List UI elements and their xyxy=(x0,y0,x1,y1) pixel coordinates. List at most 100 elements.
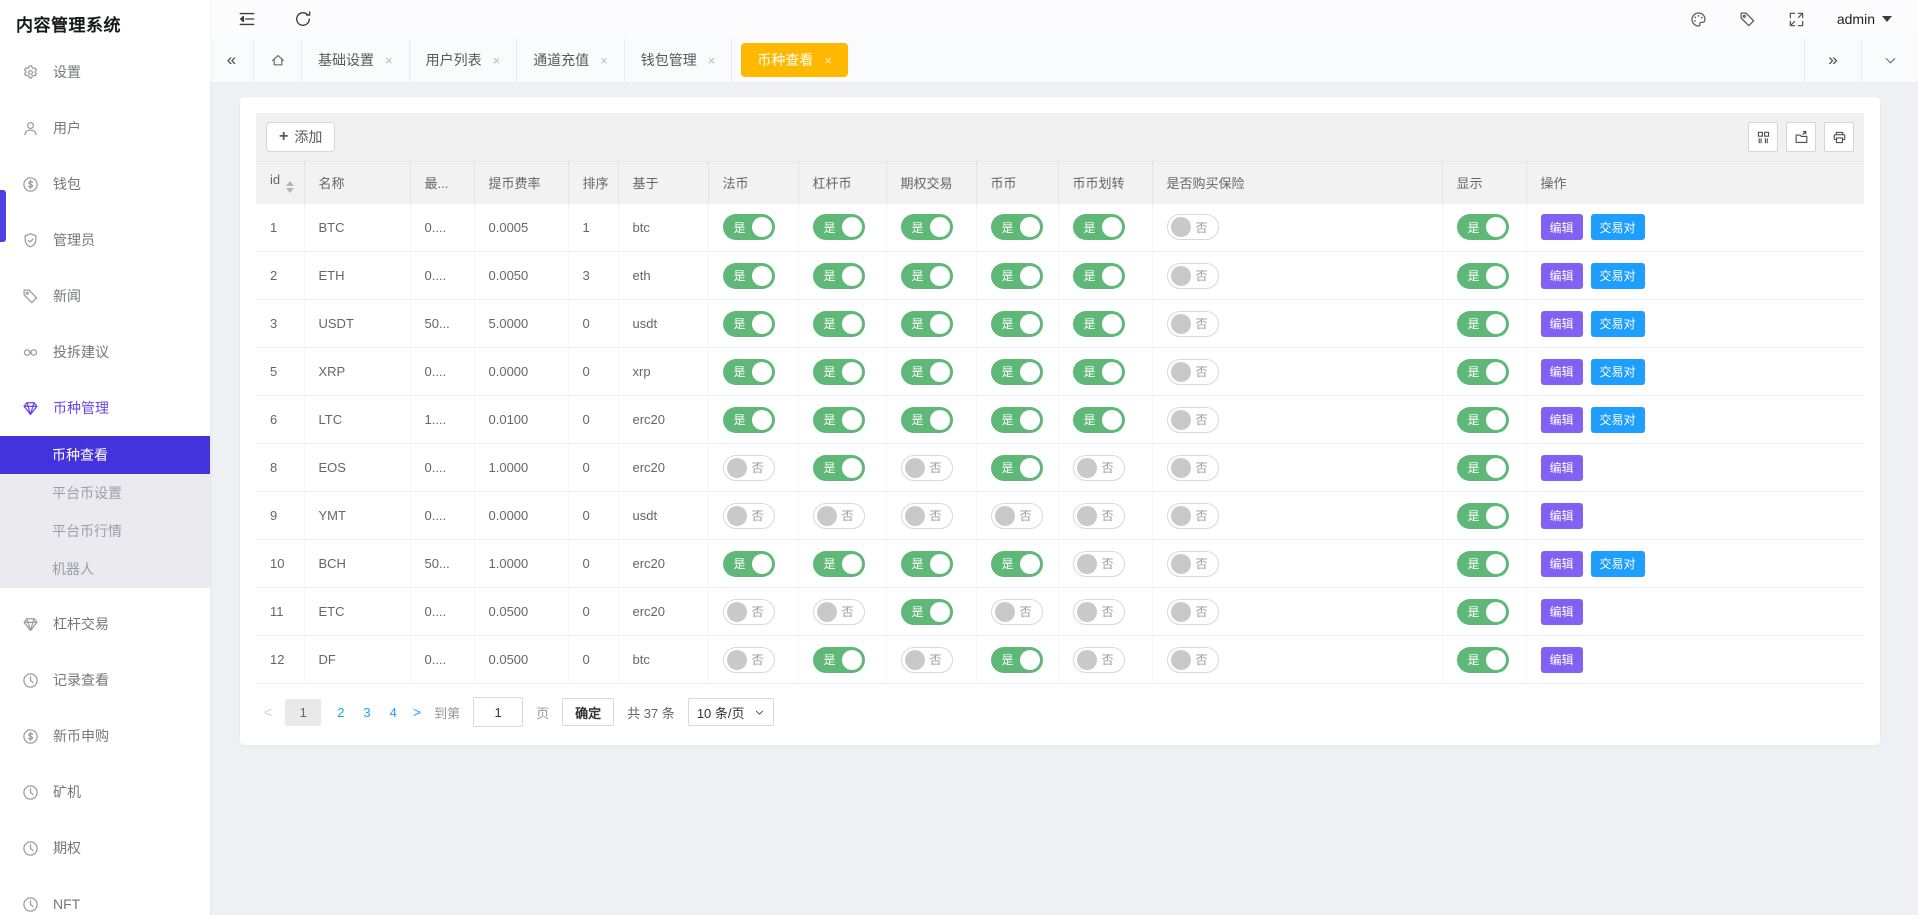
tab-close-icon[interactable]: × xyxy=(824,53,832,68)
page-number-4[interactable]: 4 xyxy=(387,705,400,720)
tabs-scroll-right-button[interactable]: » xyxy=(1804,38,1861,82)
tab-close-icon[interactable]: × xyxy=(708,53,716,68)
toggle-transfer-on[interactable]: 是 xyxy=(1073,407,1125,433)
toggle-lever-on[interactable]: 是 xyxy=(813,214,865,240)
pair-button[interactable]: 交易对 xyxy=(1591,551,1645,577)
toggle-coin-on[interactable]: 是 xyxy=(991,407,1043,433)
toggle-option-on[interactable]: 是 xyxy=(901,407,953,433)
column-header-id[interactable]: id xyxy=(256,162,304,204)
edit-button[interactable]: 编辑 xyxy=(1541,503,1583,529)
sidebar-item-7[interactable]: 杠杆交易 xyxy=(0,596,210,652)
confirm-button[interactable]: 确定 xyxy=(562,698,614,726)
prev-page-button[interactable]: < xyxy=(264,704,272,720)
sidebar-subitem-2[interactable]: 平台币行情 xyxy=(0,512,210,550)
user-menu[interactable]: admin xyxy=(1837,11,1892,27)
toggle-show-on[interactable]: 是 xyxy=(1457,214,1509,240)
toggle-lever-on[interactable]: 是 xyxy=(813,263,865,289)
toggle-fiat-on[interactable]: 是 xyxy=(723,551,775,577)
toggle-show-on[interactable]: 是 xyxy=(1457,359,1509,385)
toggle-coin-on[interactable]: 是 xyxy=(991,647,1043,673)
toggle-lever-on[interactable]: 是 xyxy=(813,551,865,577)
toggle-fiat-on[interactable]: 是 xyxy=(723,214,775,240)
page-jump-input[interactable] xyxy=(473,697,523,727)
toggle-fiat-on[interactable]: 是 xyxy=(723,407,775,433)
sidebar-subitem-3[interactable]: 机器人 xyxy=(0,550,210,588)
page-number-3[interactable]: 3 xyxy=(360,705,373,720)
toggle-show-on[interactable]: 是 xyxy=(1457,503,1509,529)
columns-button[interactable] xyxy=(1748,122,1778,152)
toggle-lever-off[interactable]: 否 xyxy=(813,503,865,529)
pair-button[interactable]: 交易对 xyxy=(1591,263,1645,289)
toggle-insurance-off[interactable]: 否 xyxy=(1167,407,1219,433)
export-button[interactable] xyxy=(1786,122,1816,152)
toggle-option-on[interactable]: 是 xyxy=(901,214,953,240)
tab-close-icon[interactable]: × xyxy=(600,53,608,68)
edit-button[interactable]: 编辑 xyxy=(1541,599,1583,625)
toggle-show-on[interactable]: 是 xyxy=(1457,551,1509,577)
tab-3[interactable]: 钱包管理× xyxy=(625,38,733,82)
toggle-option-off[interactable]: 否 xyxy=(901,503,953,529)
tag-icon[interactable] xyxy=(1739,11,1756,28)
tab-4[interactable]: 币种查看× xyxy=(741,43,848,77)
toggle-coin-on[interactable]: 是 xyxy=(991,551,1043,577)
toggle-coin-on[interactable]: 是 xyxy=(991,359,1043,385)
toggle-transfer-on[interactable]: 是 xyxy=(1073,263,1125,289)
toggle-lever-on[interactable]: 是 xyxy=(813,455,865,481)
home-tab-button[interactable] xyxy=(254,38,302,82)
toggle-show-on[interactable]: 是 xyxy=(1457,407,1509,433)
toggle-show-on[interactable]: 是 xyxy=(1457,647,1509,673)
toggle-lever-on[interactable]: 是 xyxy=(813,359,865,385)
toggle-fiat-on[interactable]: 是 xyxy=(723,263,775,289)
toggle-fiat-on[interactable]: 是 xyxy=(723,311,775,337)
edit-button[interactable]: 编辑 xyxy=(1541,359,1583,385)
toggle-insurance-off[interactable]: 否 xyxy=(1167,311,1219,337)
toggle-insurance-off[interactable]: 否 xyxy=(1167,263,1219,289)
sidebar-item-5[interactable]: 投拆建议 xyxy=(0,324,210,380)
pair-button[interactable]: 交易对 xyxy=(1591,311,1645,337)
sidebar-item-8[interactable]: 记录查看 xyxy=(0,652,210,708)
toggle-insurance-off[interactable]: 否 xyxy=(1167,455,1219,481)
toggle-lever-on[interactable]: 是 xyxy=(813,311,865,337)
toggle-option-on[interactable]: 是 xyxy=(901,599,953,625)
tab-0[interactable]: 基础设置× xyxy=(302,38,410,82)
edit-button[interactable]: 编辑 xyxy=(1541,263,1583,289)
toggle-option-off[interactable]: 否 xyxy=(901,647,953,673)
sidebar-item-12[interactable]: NFT xyxy=(0,876,210,915)
sort-icon[interactable] xyxy=(286,181,294,193)
toggle-coin-on[interactable]: 是 xyxy=(991,455,1043,481)
toggle-option-on[interactable]: 是 xyxy=(901,359,953,385)
toggle-transfer-off[interactable]: 否 xyxy=(1073,455,1125,481)
toggle-fiat-off[interactable]: 否 xyxy=(723,599,775,625)
sidebar-item-11[interactable]: 期权 xyxy=(0,820,210,876)
sidebar-item-4[interactable]: 新闻 xyxy=(0,268,210,324)
page-number-1[interactable]: 1 xyxy=(285,699,321,726)
toggle-coin-off[interactable]: 否 xyxy=(991,503,1043,529)
toggle-show-on[interactable]: 是 xyxy=(1457,311,1509,337)
toggle-insurance-off[interactable]: 否 xyxy=(1167,214,1219,240)
toggle-lever-on[interactable]: 是 xyxy=(813,407,865,433)
toggle-transfer-off[interactable]: 否 xyxy=(1073,551,1125,577)
tab-close-icon[interactable]: × xyxy=(493,53,501,68)
tabs-scroll-left-button[interactable]: « xyxy=(210,38,254,82)
toggle-transfer-off[interactable]: 否 xyxy=(1073,503,1125,529)
tab-1[interactable]: 用户列表× xyxy=(410,38,518,82)
tabs-menu-button[interactable] xyxy=(1861,38,1918,82)
toggle-coin-on[interactable]: 是 xyxy=(991,263,1043,289)
sidebar-scrollbar-thumb[interactable] xyxy=(0,190,6,242)
pair-button[interactable]: 交易对 xyxy=(1591,407,1645,433)
fullscreen-icon[interactable] xyxy=(1788,11,1805,28)
menu-fold-icon[interactable] xyxy=(238,10,256,28)
pair-button[interactable]: 交易对 xyxy=(1591,214,1645,240)
sidebar-item-6[interactable]: 币种管理 xyxy=(0,380,210,436)
toggle-show-on[interactable]: 是 xyxy=(1457,455,1509,481)
sidebar-item-1[interactable]: 用户 xyxy=(0,100,210,156)
toggle-option-on[interactable]: 是 xyxy=(901,263,953,289)
sidebar-item-10[interactable]: 矿机 xyxy=(0,764,210,820)
toggle-transfer-on[interactable]: 是 xyxy=(1073,214,1125,240)
toggle-transfer-off[interactable]: 否 xyxy=(1073,647,1125,673)
toggle-insurance-off[interactable]: 否 xyxy=(1167,647,1219,673)
page-number-2[interactable]: 2 xyxy=(334,705,347,720)
edit-button[interactable]: 编辑 xyxy=(1541,647,1583,673)
sidebar-item-2[interactable]: 钱包 xyxy=(0,156,210,212)
toggle-fiat-off[interactable]: 否 xyxy=(723,455,775,481)
